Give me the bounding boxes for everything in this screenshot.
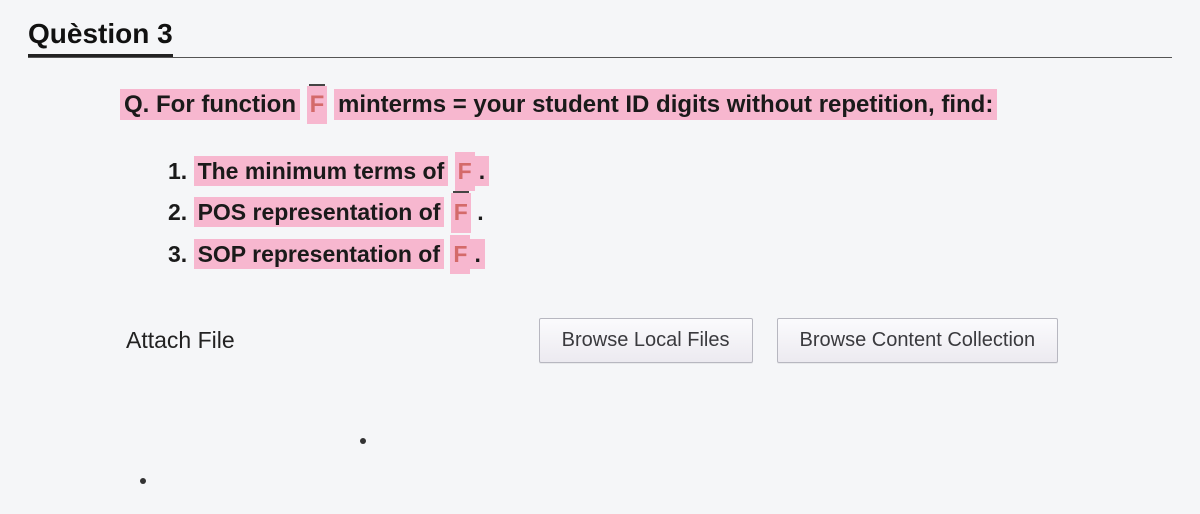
function-symbol-f: F (455, 152, 475, 191)
prompt-mid: minterms = your student ID digits withou… (334, 89, 997, 120)
item-tail: . (470, 239, 484, 269)
artifact-dot (360, 438, 366, 444)
browse-content-collection-button[interactable]: Browse Content Collection (777, 318, 1059, 363)
item-tail: . (475, 156, 489, 186)
item-text: SOP representation of (194, 239, 444, 269)
browse-local-files-button[interactable]: Browse Local Files (539, 318, 753, 363)
item-tail: . (471, 199, 484, 225)
list-item: 1. The minimum terms of F. (168, 152, 1162, 191)
list-item: 3. SOP representation of F. (168, 235, 1162, 274)
question-number-heading: Quèstion 3 (28, 18, 173, 57)
item-number: 2. (168, 199, 187, 225)
item-number: 3. (168, 241, 187, 267)
attach-file-row: Attach File Browse Local Files Browse Co… (120, 318, 1162, 363)
question-prompt: Q. For function F minterms = your studen… (120, 86, 1162, 124)
question-subparts-list: 1. The minimum terms of F. 2. POS repres… (120, 152, 1162, 273)
attach-file-label: Attach File (126, 327, 235, 354)
item-number: 1. (168, 158, 187, 184)
question-content: Q. For function F minterms = your studen… (28, 86, 1172, 363)
item-text: The minimum terms of (194, 156, 449, 186)
item-text: POS representation of (194, 197, 445, 227)
list-item: 2. POS representation of F . (168, 193, 1162, 232)
artifact-dot (140, 478, 146, 484)
function-symbol-f: F (450, 235, 470, 274)
function-symbol-fbar: F (307, 86, 328, 124)
function-symbol-fbar: F (451, 193, 471, 232)
prompt-prefix: Q. For function (120, 89, 300, 120)
divider-line (28, 57, 1172, 58)
